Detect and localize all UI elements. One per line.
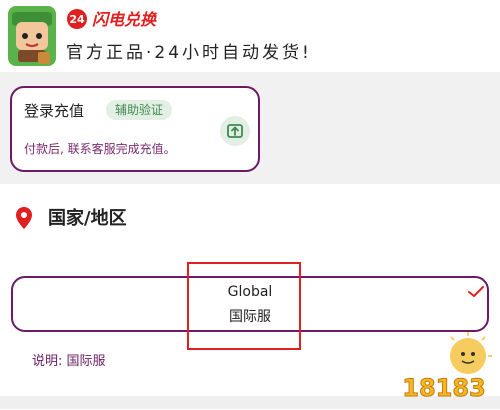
- slogan-text: 官方正品·24小时自动发货!: [66, 43, 312, 63]
- site-watermark-logo: 18183: [396, 330, 496, 406]
- share-out-icon: [227, 124, 243, 138]
- share-out-button[interactable]: [220, 116, 250, 146]
- selected-check-icon: [466, 284, 486, 300]
- map-pin-icon: [14, 206, 34, 230]
- brand-text: 闪电兑换: [92, 10, 157, 29]
- game-app-icon: [8, 6, 56, 66]
- server-note: 说明: 国际服: [32, 354, 106, 369]
- assist-verify-badge: 辅助验证: [106, 100, 173, 120]
- login-recharge-card[interactable]: 登录充值 辅助验证 付款后, 联系客服完成充值。: [10, 86, 260, 172]
- highlight-annotation-box: [187, 262, 301, 350]
- login-recharge-description: 付款后, 联系客服完成充值。: [24, 142, 176, 156]
- login-recharge-title: 登录充值: [24, 102, 85, 120]
- brand-badge-text: 24: [69, 13, 85, 26]
- brand-logo: 24 闪电兑换: [66, 8, 174, 30]
- country-region-title: 国家/地区: [48, 208, 127, 229]
- watermark-text: 18183: [402, 374, 486, 402]
